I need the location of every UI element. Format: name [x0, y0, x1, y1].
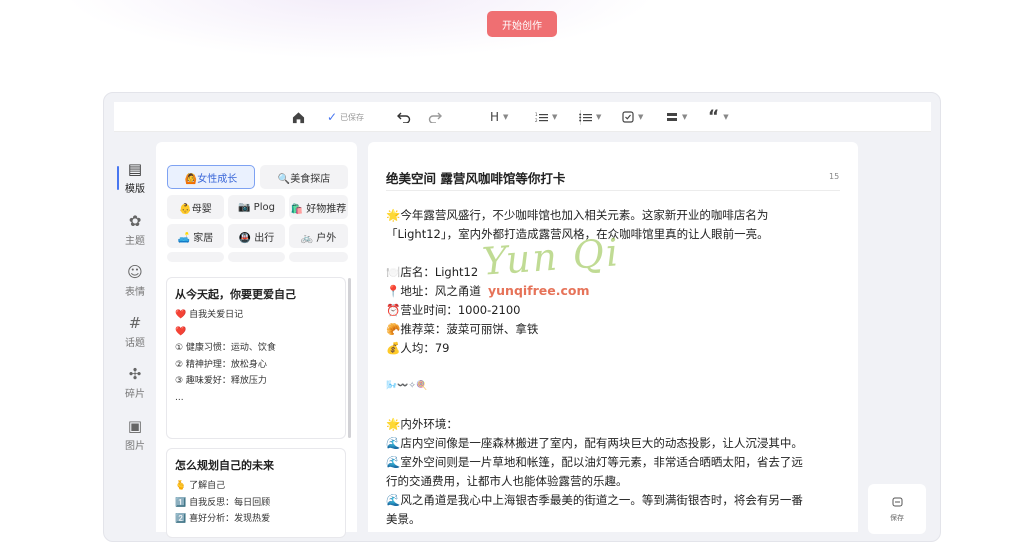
- paragraph: [386, 396, 826, 415]
- start-creating-button[interactable]: 开始创作: [487, 11, 557, 37]
- template-card-line: ❤️ 自我关爱日记: [175, 310, 244, 320]
- template-panel-scrollbar[interactable]: [348, 278, 351, 438]
- paragraph: 🌊室外空间则是一片草地和帐篷，配以油灯等元素，非常适合晒晒太阳，省去了远: [386, 455, 803, 469]
- rail-item-label: 图片: [125, 441, 145, 452]
- category-chip-goods[interactable]: 🛍️ 好物推荐: [289, 195, 348, 219]
- svg-text:2: 2: [535, 118, 538, 123]
- checkbox-dropdown[interactable]: ▼: [622, 102, 643, 132]
- paragraph: 🌊店内空间像是一座森林搬进了室内，配有两块巨大的动态投影，让人沉浸其中。: [386, 436, 803, 450]
- template-card-line: ...: [175, 392, 184, 403]
- hash-icon: #: [128, 314, 142, 332]
- svg-text:1: 1: [535, 112, 538, 117]
- ordered-list-icon: 12: [535, 112, 548, 123]
- rail-item-emoji[interactable]: ☺ 表情: [114, 259, 156, 303]
- rail-item-label: 碎片: [125, 389, 145, 400]
- category-chip-travel[interactable]: 🚇 出行: [228, 224, 285, 248]
- watermark-url: yunqifree.com: [488, 283, 590, 298]
- paragraph: ⏰营业时间：1000-2100: [386, 303, 521, 317]
- rail-item-label: 主题: [125, 236, 145, 247]
- chevron-down-icon: ▼: [552, 113, 558, 121]
- rail-item-template[interactable]: ▤ 模版: [114, 156, 156, 200]
- chevron-down-icon: ▼: [638, 113, 644, 121]
- template-card-line: ① 健康习惯：运动、饮食: [175, 343, 276, 353]
- active-indicator: [117, 166, 119, 190]
- category-chip-outdoor[interactable]: 🚲 户外: [289, 224, 348, 248]
- heading-icon: H: [490, 110, 500, 124]
- template-card-title: 从今天起，你要更爱自己: [175, 288, 296, 301]
- paragraph: 行的交通费用，让都市人也能体验露营的乐趣。: [386, 474, 628, 488]
- paragraph: 💰人均：79: [386, 341, 450, 355]
- rail-item-topic[interactable]: # 话题: [114, 310, 156, 354]
- emoji-icon: ☺: [127, 263, 143, 281]
- category-chip-plog[interactable]: 📷 Plog: [228, 195, 285, 219]
- template-card-line: ❤️: [175, 326, 187, 337]
- save-button[interactable]: 保存: [868, 484, 926, 534]
- title-char-count: 15: [829, 172, 840, 181]
- rail-item-image[interactable]: ▣ 图片: [114, 413, 156, 457]
- editor-toolbar: ✓ 已保存 H ▼ 1 2 ▼ ▼ ▼ ▼ “▼: [114, 102, 931, 132]
- rail-item-label: 表情: [125, 287, 145, 298]
- puzzle-icon: ✣: [128, 365, 142, 383]
- category-chip-women-growth[interactable]: 🙆女性成长: [167, 165, 255, 189]
- quote-dropdown[interactable]: “▼: [708, 102, 729, 132]
- template-card-line: 2️⃣ 喜好分析：发现热爱: [175, 514, 271, 524]
- template-card-line: 1️⃣ 自我反思：每日回顾: [175, 497, 271, 508]
- heading-dropdown[interactable]: H ▼: [490, 102, 508, 132]
- template-card-line: ② 精神护理：放松身心: [175, 359, 267, 370]
- template-card-line: 🫰 了解自己: [175, 481, 226, 491]
- save-label: 保存: [890, 514, 904, 522]
- image-icon: ▣: [127, 417, 143, 435]
- category-chip-more[interactable]: [228, 252, 285, 262]
- undo-icon[interactable]: [397, 102, 411, 132]
- save-status: ✓ 已保存: [327, 102, 364, 132]
- paragraph: [386, 358, 826, 377]
- template-card-line: ③ 趣味爱好：释放压力: [175, 376, 267, 386]
- rail-item-theme[interactable]: ✿ 主题: [114, 208, 156, 252]
- bullet-list-dropdown[interactable]: ▼: [579, 102, 601, 132]
- checkbox-icon: [622, 111, 634, 123]
- paragraph: 🌊风之甬道是我心中上海银杏季最美的街道之一。等到满街银杏时，将会有另一番: [386, 493, 803, 507]
- category-chip-more[interactable]: [167, 252, 224, 262]
- divider-icon: [667, 113, 677, 121]
- rail-item-label: 模版: [125, 184, 145, 195]
- saved-label: 已保存: [340, 112, 365, 122]
- document-title[interactable]: 绝美空间 露营风咖啡馆等你打卡: [386, 168, 565, 187]
- bullet-list-icon: [579, 113, 592, 121]
- category-chip-food[interactable]: 🔍美食探店: [260, 165, 348, 189]
- category-chip-more[interactable]: [289, 252, 348, 262]
- rail-item-fragment[interactable]: ✣ 碎片: [114, 361, 156, 405]
- home-icon[interactable]: [292, 102, 305, 132]
- template-icon: ▤: [127, 160, 143, 178]
- side-rail: ▤ 模版 ✿ 主题 ☺ 表情 # 话题 ✣ 碎片 ▣ 图片: [114, 132, 156, 532]
- divider-dropdown[interactable]: ▼: [666, 102, 687, 132]
- paragraph: 🌟内外环境：: [386, 417, 458, 431]
- category-chip-baby[interactable]: 👶母婴: [167, 195, 224, 219]
- paragraph: 🌬️〰️✧🍭: [386, 381, 428, 391]
- palette-icon: ✿: [128, 212, 142, 230]
- chevron-down-icon: ▼: [682, 113, 688, 121]
- background-glow: [60, 0, 660, 60]
- paragraph: 🥐推荐菜：菠菜可丽饼、拿铁: [386, 322, 539, 336]
- quote-icon: “: [708, 107, 720, 127]
- category-chip-home[interactable]: 🛋️ 家居: [167, 224, 224, 248]
- chevron-down-icon: ▼: [723, 113, 729, 121]
- rail-item-label: 话题: [125, 338, 145, 349]
- paragraph: 🌟今年露营风盛行，不少咖啡馆也加入相关元素。这家新开业的咖啡店名为: [386, 208, 769, 222]
- chevron-down-icon: ▼: [503, 113, 509, 121]
- ordered-list-dropdown[interactable]: 1 2 ▼: [535, 102, 557, 132]
- save-icon: [892, 497, 902, 507]
- redo-icon[interactable]: [428, 102, 442, 132]
- paragraph: 📍地址：风之甬道: [386, 284, 481, 298]
- template-card-title: 怎么规划自己的未来: [175, 459, 274, 472]
- template-card[interactable]: 从今天起，你要更爱自己 ❤️ 自我关爱日记 ❤️ ① 健康习惯：运动、饮食 ② …: [166, 277, 346, 439]
- paragraph: 美景。: [386, 512, 421, 526]
- title-divider: [386, 190, 840, 191]
- chevron-down-icon: ▼: [596, 113, 602, 121]
- check-icon: ✓: [327, 110, 338, 124]
